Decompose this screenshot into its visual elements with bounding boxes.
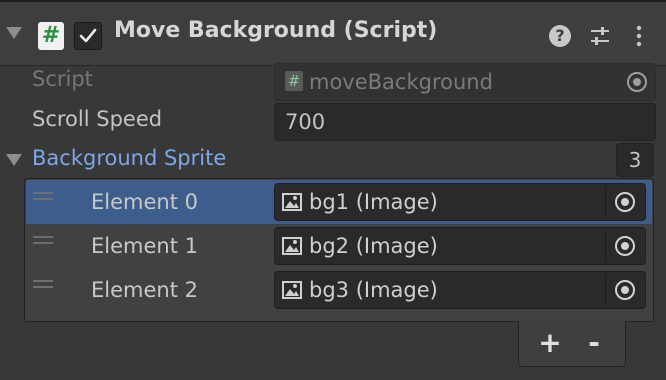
object-picker-icon[interactable]	[615, 236, 635, 256]
foldout-arrow-icon[interactable]	[6, 27, 22, 39]
list-footer: + -	[518, 321, 626, 367]
script-label: Script	[32, 67, 93, 91]
help-icon[interactable]: ?	[549, 25, 571, 47]
list-item[interactable]: Element 0 bg1 (Image)	[26, 180, 652, 224]
list-item[interactable]: Element 2 bg3 (Image)	[26, 268, 652, 312]
presets-icon[interactable]	[588, 24, 612, 48]
drag-handle-icon[interactable]	[33, 236, 53, 246]
scroll-speed-label: Scroll Speed	[32, 107, 163, 131]
component-title: Move Background (Script)	[114, 18, 438, 43]
field-divider	[605, 275, 606, 305]
script-file-icon: #	[285, 71, 303, 91]
drag-handle-icon[interactable]	[33, 280, 53, 290]
component-header[interactable]: # Move Background (Script) ?	[0, 0, 666, 66]
scroll-speed-input[interactable]: 700	[274, 103, 656, 141]
object-field[interactable]: bg2 (Image)	[274, 227, 646, 265]
element-label: Element 1	[91, 234, 198, 258]
object-field-value: bg1 (Image)	[309, 190, 438, 214]
list-item[interactable]: Element 1 bg2 (Image)	[26, 224, 652, 268]
field-divider	[605, 187, 606, 217]
object-field[interactable]: bg3 (Image)	[274, 271, 646, 309]
script-field: # moveBackground	[274, 63, 656, 101]
checkmark-icon	[79, 28, 97, 43]
reorderable-list: Element 0 bg1 (Image) Element 1 bg2 (Ima…	[24, 178, 654, 322]
component-enabled-checkbox[interactable]	[74, 22, 102, 50]
object-picker-icon	[627, 72, 647, 92]
list-size-input[interactable]: 3	[616, 143, 654, 177]
inspector-component: # Move Background (Script) ? Script # mov…	[0, 0, 666, 380]
object-field-value: bg2 (Image)	[309, 234, 438, 258]
object-field[interactable]: bg1 (Image)	[274, 183, 646, 221]
list-foldout-arrow-icon[interactable]	[6, 154, 22, 166]
background-sprite-label[interactable]: Background Sprite	[32, 146, 226, 170]
more-options-icon[interactable]	[632, 24, 646, 48]
remove-element-button[interactable]: -	[574, 325, 614, 361]
image-icon	[282, 193, 302, 211]
element-label: Element 2	[91, 278, 198, 302]
element-label: Element 0	[91, 190, 198, 214]
image-icon	[282, 237, 302, 255]
script-field-value: moveBackground	[309, 70, 493, 94]
object-field-value: bg3 (Image)	[309, 278, 438, 302]
add-element-button[interactable]: +	[530, 325, 570, 361]
script-icon: #	[38, 22, 64, 50]
object-picker-icon[interactable]	[615, 192, 635, 212]
image-icon	[282, 281, 302, 299]
object-picker-icon[interactable]	[615, 280, 635, 300]
drag-handle-icon[interactable]	[33, 192, 53, 202]
field-divider	[605, 231, 606, 261]
